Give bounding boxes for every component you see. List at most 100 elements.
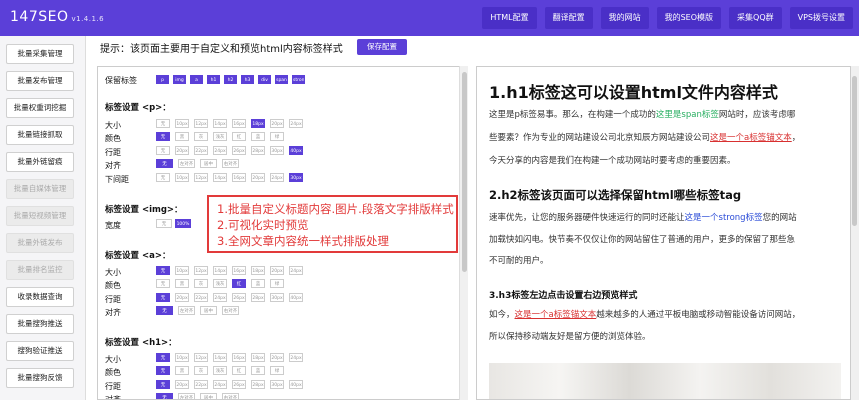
h1-lineheight-option[interactable]: 20px bbox=[175, 380, 189, 389]
a-align-option[interactable]: 右对齐 bbox=[222, 306, 239, 315]
settings-scroll-thumb[interactable] bbox=[462, 72, 467, 272]
p-margin-option[interactable]: 12px bbox=[194, 173, 208, 182]
p-color-option[interactable]: 绿 bbox=[270, 132, 284, 141]
a-color-option[interactable]: 浅灰 bbox=[213, 279, 227, 288]
img-width-option[interactable]: 100% bbox=[175, 219, 191, 228]
sidebar-item-collect[interactable]: 批量采集管理 bbox=[6, 44, 74, 64]
p-color-option[interactable]: 蓝 bbox=[251, 132, 265, 141]
p-align-option[interactable]: 左对齐 bbox=[178, 159, 195, 168]
keep-tag-option[interactable]: h1 bbox=[207, 75, 220, 84]
h1-color-option[interactable]: 红 bbox=[232, 366, 246, 375]
keep-tag-option[interactable]: a bbox=[190, 75, 203, 84]
sidebar-item-publish[interactable]: 批量发布管理 bbox=[6, 71, 74, 91]
h1-lineheight-option[interactable]: 22px bbox=[194, 380, 208, 389]
a-size-option[interactable]: 18px bbox=[251, 266, 265, 275]
a-lineheight-option[interactable]: 28px bbox=[251, 293, 265, 302]
keep-tag-option[interactable]: img bbox=[173, 75, 186, 84]
sidebar-item-sogou-feedback[interactable]: 批量搜狗反馈 bbox=[6, 368, 74, 388]
a-lineheight-option[interactable]: 30px bbox=[270, 293, 284, 302]
p-margin-option[interactable]: 24px bbox=[270, 173, 284, 182]
preview-scrollbar[interactable] bbox=[851, 66, 859, 400]
h1-lineheight-option[interactable]: 无 bbox=[156, 380, 170, 389]
a-color-option[interactable]: 灰 bbox=[194, 279, 208, 288]
nav-html-config[interactable]: HTML配置 bbox=[482, 7, 537, 29]
h1-color-option[interactable]: 灰 bbox=[194, 366, 208, 375]
p-color-option[interactable]: 浅灰 bbox=[213, 132, 227, 141]
h1-align-option[interactable]: 左对齐 bbox=[178, 393, 195, 399]
h1-lineheight-option[interactable]: 24px bbox=[213, 380, 227, 389]
h1-size-option[interactable]: 无 bbox=[156, 353, 170, 362]
a-color-option[interactable]: 红 bbox=[232, 279, 246, 288]
p-margin-option[interactable]: 无 bbox=[156, 173, 170, 182]
h1-size-option[interactable]: 18px bbox=[251, 353, 265, 362]
a-color-option[interactable]: 蓝 bbox=[251, 279, 265, 288]
p-lineheight-option[interactable]: 20px bbox=[175, 146, 189, 155]
p-lineheight-option[interactable]: 40px bbox=[289, 146, 303, 155]
p-margin-option[interactable]: 14px bbox=[213, 173, 227, 182]
p-margin-option[interactable]: 30px bbox=[289, 173, 303, 182]
p-size-option[interactable]: 14px bbox=[213, 119, 227, 128]
preview-link-1[interactable]: 这是一个a标签锚文本 bbox=[710, 133, 792, 143]
p-size-option[interactable]: 10px bbox=[175, 119, 189, 128]
h1-size-option[interactable]: 14px bbox=[213, 353, 227, 362]
a-lineheight-option[interactable]: 40px bbox=[289, 293, 303, 302]
a-size-option[interactable]: 24px bbox=[289, 266, 303, 275]
a-size-option[interactable]: 无 bbox=[156, 266, 170, 275]
keep-tag-option[interactable]: h2 bbox=[224, 75, 237, 84]
img-width-option[interactable]: 无 bbox=[156, 219, 172, 228]
h1-size-option[interactable]: 10px bbox=[175, 353, 189, 362]
a-lineheight-option[interactable]: 20px bbox=[175, 293, 189, 302]
p-lineheight-option[interactable]: 26px bbox=[232, 146, 246, 155]
h1-color-option[interactable]: 浅灰 bbox=[213, 366, 227, 375]
a-size-option[interactable]: 10px bbox=[175, 266, 189, 275]
h1-lineheight-option[interactable]: 28px bbox=[251, 380, 265, 389]
nav-seo-template[interactable]: 我的SEO模版 bbox=[656, 7, 722, 29]
preview-scroll-thumb[interactable] bbox=[852, 76, 857, 226]
sidebar-item-sogou-verify[interactable]: 搜狗验证推送 bbox=[6, 341, 74, 361]
h1-lineheight-option[interactable]: 30px bbox=[270, 380, 284, 389]
sidebar-item-index-query[interactable]: 收录数据查询 bbox=[6, 287, 74, 307]
p-margin-option[interactable]: 10px bbox=[175, 173, 189, 182]
p-align-option[interactable]: 右对齐 bbox=[222, 159, 239, 168]
p-lineheight-option[interactable]: 30px bbox=[270, 146, 284, 155]
a-align-option[interactable]: 左对齐 bbox=[178, 306, 195, 315]
nav-qq-group[interactable]: 采集QQ群 bbox=[729, 7, 782, 29]
p-lineheight-option[interactable]: 22px bbox=[194, 146, 208, 155]
a-color-option[interactable]: 无 bbox=[156, 279, 170, 288]
p-lineheight-option[interactable]: 24px bbox=[213, 146, 227, 155]
nav-translate-config[interactable]: 翻译配置 bbox=[544, 7, 593, 29]
p-color-option[interactable]: 黑 bbox=[175, 132, 189, 141]
h1-size-option[interactable]: 12px bbox=[194, 353, 208, 362]
a-size-option[interactable]: 16px bbox=[232, 266, 246, 275]
a-align-option[interactable]: 居中 bbox=[200, 306, 217, 315]
a-lineheight-option[interactable]: 22px bbox=[194, 293, 208, 302]
p-size-option[interactable]: 12px bbox=[194, 119, 208, 128]
sidebar-item-keywords[interactable]: 批量权重词挖掘 bbox=[6, 98, 74, 118]
h1-lineheight-option[interactable]: 26px bbox=[232, 380, 246, 389]
p-align-option[interactable]: 无 bbox=[156, 159, 173, 168]
p-lineheight-option[interactable]: 无 bbox=[156, 146, 170, 155]
keep-tag-option[interactable]: strong bbox=[292, 75, 305, 84]
a-color-option[interactable]: 绿 bbox=[270, 279, 284, 288]
preview-link-2[interactable]: 这是一个a标签锚文本 bbox=[515, 310, 597, 320]
p-size-option[interactable]: 20px bbox=[270, 119, 284, 128]
a-size-option[interactable]: 20px bbox=[270, 266, 284, 275]
a-size-option[interactable]: 14px bbox=[213, 266, 227, 275]
h1-color-option[interactable]: 蓝 bbox=[251, 366, 265, 375]
p-color-option[interactable]: 无 bbox=[156, 132, 170, 141]
nav-my-sites[interactable]: 我的网站 bbox=[600, 7, 649, 29]
nav-vps-dial[interactable]: VPS拨号设置 bbox=[789, 7, 853, 29]
p-size-option[interactable]: 24px bbox=[289, 119, 303, 128]
p-color-option[interactable]: 红 bbox=[232, 132, 246, 141]
h1-size-option[interactable]: 24px bbox=[289, 353, 303, 362]
a-align-option[interactable]: 无 bbox=[156, 306, 173, 315]
a-size-option[interactable]: 12px bbox=[194, 266, 208, 275]
p-size-option[interactable]: 无 bbox=[156, 119, 170, 128]
p-lineheight-option[interactable]: 28px bbox=[251, 146, 265, 155]
a-lineheight-option[interactable]: 24px bbox=[213, 293, 227, 302]
keep-tag-option[interactable]: div bbox=[258, 75, 271, 84]
h1-color-option[interactable]: 绿 bbox=[270, 366, 284, 375]
h1-color-option[interactable]: 黑 bbox=[175, 366, 189, 375]
sidebar-item-sogou-push[interactable]: 批量搜狗推送 bbox=[6, 314, 74, 334]
h1-size-option[interactable]: 20px bbox=[270, 353, 284, 362]
